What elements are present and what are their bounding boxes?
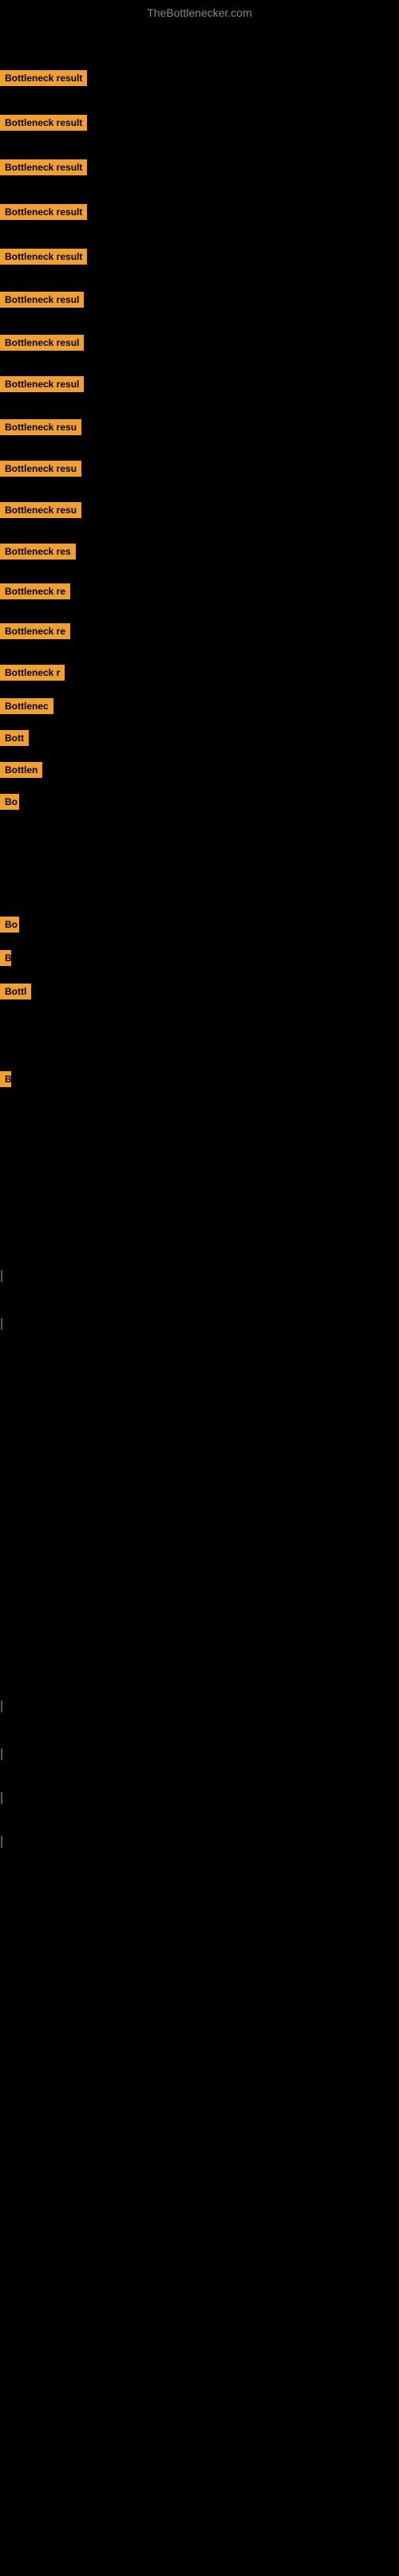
- bottleneck-badge-10: Bottleneck resu: [0, 502, 81, 518]
- bottleneck-badge-0: Bottleneck result: [0, 70, 87, 86]
- bottleneck-badge-16: Bott: [0, 730, 29, 746]
- bottleneck-badge-12: Bottleneck re: [0, 583, 70, 599]
- bottleneck-badge-18: Bo: [0, 794, 19, 810]
- bottleneck-badge-2: Bottleneck result: [0, 159, 87, 175]
- bottleneck-badge-14: Bottleneck r: [0, 665, 65, 681]
- pipe-mark-3: |: [0, 1747, 3, 1761]
- bottleneck-badge-9: Bottleneck resu: [0, 461, 81, 477]
- site-title: TheBottlenecker.com: [0, 0, 399, 26]
- bottleneck-badge-6: Bottleneck resul: [0, 335, 84, 351]
- bottleneck-badge-7: Bottleneck resul: [0, 376, 84, 392]
- pipe-mark-0: |: [0, 1269, 3, 1283]
- bottleneck-badge-21: Bottl: [0, 984, 31, 999]
- bottleneck-badge-5: Bottleneck resul: [0, 292, 84, 308]
- bottleneck-badge-15: Bottlenec: [0, 698, 53, 714]
- pipe-mark-4: |: [0, 1791, 3, 1805]
- bottleneck-badge-4: Bottleneck result: [0, 249, 87, 265]
- bottleneck-badge-19: Bo: [0, 917, 19, 933]
- bottleneck-badge-11: Bottleneck res: [0, 544, 76, 560]
- bottleneck-badge-22: B: [0, 1071, 11, 1087]
- bottleneck-badge-8: Bottleneck resu: [0, 419, 81, 435]
- bottleneck-badge-1: Bottleneck result: [0, 115, 87, 131]
- bottleneck-badge-13: Bottleneck re: [0, 623, 70, 639]
- bottleneck-badge-17: Bottlen: [0, 762, 42, 778]
- pipe-mark-5: |: [0, 1835, 3, 1849]
- bottleneck-badge-20: B: [0, 950, 11, 966]
- pipe-mark-1: |: [0, 1317, 3, 1331]
- bottleneck-badge-3: Bottleneck result: [0, 204, 87, 220]
- pipe-mark-2: |: [0, 1699, 3, 1714]
